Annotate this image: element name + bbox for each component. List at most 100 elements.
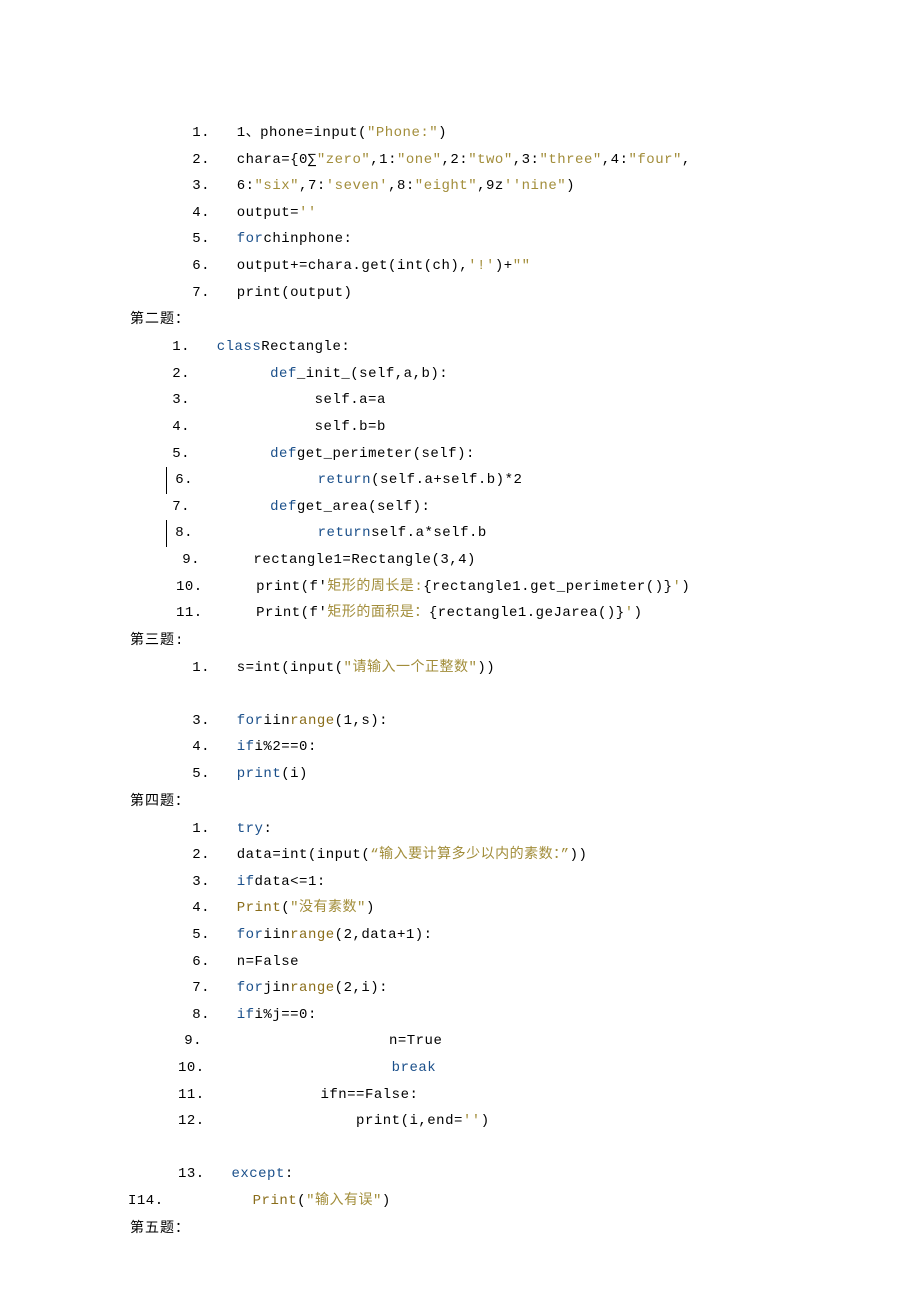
code-token: (1,s):	[335, 713, 388, 729]
section-heading: 第二题：	[130, 306, 790, 334]
line-number: 8.	[169, 520, 193, 547]
code-token: except	[231, 1166, 284, 1182]
code-token: )	[382, 1193, 391, 1209]
line-number: 2.	[186, 147, 210, 174]
code-token: ifn==False:	[231, 1087, 418, 1103]
line-number: 5.	[186, 226, 210, 253]
line-number: 4.	[186, 734, 210, 761]
code-token: if	[237, 874, 255, 890]
code-line: 9. n=True	[178, 1028, 790, 1055]
line-number: 1.	[186, 120, 210, 147]
code-token	[217, 499, 270, 515]
code-token: "没有素数"	[290, 900, 366, 916]
code-line: 7. defget_area(self):	[166, 494, 790, 521]
line-number: 11.	[176, 600, 203, 627]
code-token: "six"	[255, 178, 300, 194]
code-token: range	[290, 980, 335, 996]
code-token: ,3:	[513, 152, 540, 168]
code-token: "four"	[628, 152, 681, 168]
code-line: 11. Print(f'矩形的面积是：{rectangle1.geJarea()…	[176, 600, 790, 627]
line-number: 3.	[166, 387, 190, 414]
code-line: 4. output=''	[186, 200, 790, 227]
code-line: 3. self.a=a	[166, 387, 790, 414]
code-line: 13. except:	[178, 1161, 790, 1188]
code-token: )	[366, 900, 375, 916]
line-number: 13.	[178, 1161, 205, 1188]
code-token: range	[290, 713, 335, 729]
code-token: _init_(self,a,b):	[297, 366, 448, 382]
code-token: )	[681, 579, 690, 595]
line-number: 6.	[186, 949, 210, 976]
line-number: 9.	[176, 547, 200, 574]
code-token: for	[237, 980, 264, 996]
code-token: "three"	[539, 152, 601, 168]
line-number: 4.	[166, 414, 190, 441]
code-token: '	[625, 605, 634, 621]
code-token: data=int(input(	[237, 847, 371, 863]
code-line: I14. Print("输入有误")	[128, 1188, 790, 1215]
line-number: 2.	[186, 842, 210, 869]
section-heading: 第四题：	[130, 788, 790, 816]
code-token: ,8:	[388, 178, 415, 194]
code-token	[220, 525, 318, 541]
code-token: ,2:	[442, 152, 469, 168]
code-token: ''	[463, 1113, 481, 1129]
line-number: 3.	[186, 869, 210, 896]
code-line: 5. forchinphone:	[186, 226, 790, 253]
code-token: output+=chara.get(int(ch),	[237, 258, 468, 274]
code-token	[190, 1193, 252, 1209]
code-token: "eight"	[415, 178, 477, 194]
code-token: :	[285, 1166, 294, 1182]
code-line: 9. rectangle1=Rectangle(3,4)	[176, 547, 790, 574]
line-number: I14.	[128, 1193, 164, 1209]
code-line: 1. classRectangle:	[166, 334, 790, 361]
line-number: 10.	[176, 574, 203, 601]
code-line: 8. returnself.a*self.b	[166, 520, 790, 547]
line-number: 7.	[186, 280, 210, 307]
code-token: ''nine"	[504, 178, 566, 194]
line-number: 9.	[178, 1028, 202, 1055]
code-token: return	[318, 525, 371, 541]
code-token: get_area(self):	[297, 499, 431, 515]
code-token: (2,data+1):	[335, 927, 433, 943]
code-token: i%j==0:	[255, 1007, 317, 1023]
code-token: {rectangle1.get_perimeter()}	[423, 579, 672, 595]
code-token: "请输入一个正整数"	[344, 660, 478, 676]
code-token: if	[237, 739, 255, 755]
code-token: chara={0∑	[237, 152, 317, 168]
line-number: 4.	[186, 200, 210, 227]
code-token: print	[237, 766, 282, 782]
code-token: if	[237, 1007, 255, 1023]
code-token: ,4:	[602, 152, 629, 168]
code-token: self.b=b	[217, 419, 386, 435]
code-token: def	[270, 499, 297, 515]
code-line: 5. defget_perimeter(self):	[166, 441, 790, 468]
section-heading: 第三题:	[130, 627, 790, 655]
code-token: 矩形的周长是:	[327, 579, 423, 595]
code-line: 4. Print("没有素数")	[186, 895, 790, 922]
code-token: ,	[682, 152, 691, 168]
code-token: :	[263, 821, 272, 837]
code-token: data<=1:	[255, 874, 326, 890]
code-token: “输入要计算多少以内的素数：”	[370, 847, 569, 863]
code-token: 6:	[237, 178, 255, 194]
line-number: 11.	[178, 1082, 205, 1109]
line-number: 5.	[166, 441, 190, 468]
line-number: 7.	[186, 975, 210, 1002]
code-token: "Phone:"	[367, 125, 438, 141]
line-number: 2.	[166, 361, 190, 388]
line-number: 1.	[186, 655, 210, 682]
code-token: "输入有误"	[306, 1193, 382, 1209]
code-line	[186, 1135, 790, 1162]
code-token: chinphone:	[263, 231, 352, 247]
code-token: ""	[513, 258, 531, 274]
code-token: n=False	[237, 954, 299, 970]
line-number: 5.	[186, 922, 210, 949]
code-line: 6. n=False	[186, 949, 790, 976]
code-line: 3. foriinrange(1,s):	[186, 708, 790, 735]
code-token: iin	[263, 713, 290, 729]
code-line: 5. foriinrange(2,data+1):	[186, 922, 790, 949]
code-token: output=	[237, 205, 299, 221]
code-line: 8. ifi%j==0:	[186, 1002, 790, 1029]
code-token	[231, 1060, 391, 1076]
